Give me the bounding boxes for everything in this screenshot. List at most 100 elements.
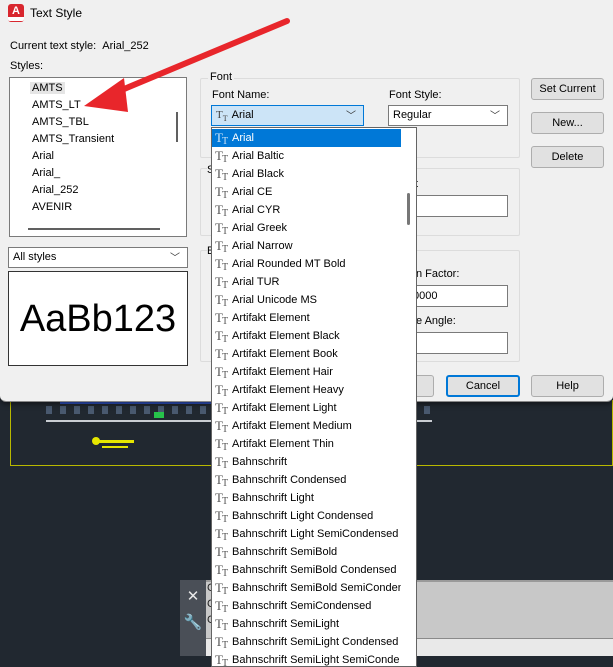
font-list-item[interactable]: T T Bahnschrift Light: [212, 489, 402, 507]
truetype-font-icon: TT: [215, 382, 229, 399]
style-item[interactable]: AMTS_TBL: [32, 116, 89, 128]
truetype-font-icon: TT: [215, 454, 229, 471]
tt-font-icon: TT: [216, 109, 228, 124]
font-name-label: Font Name:: [212, 89, 270, 101]
font-name-dropdown[interactable]: TT Arial ﹀: [211, 105, 364, 126]
font-list-item[interactable]: T T Arial Black: [212, 165, 402, 183]
truetype-font-icon: TT: [215, 634, 229, 651]
font-list-item-label: Arial Unicode MS: [232, 294, 317, 306]
truetype-font-icon: TT: [215, 166, 229, 183]
font-list-item[interactable]: T T Artifakt Element: [212, 309, 402, 327]
font-name-dropdown-list[interactable]: T T Arial T T Arial Baltic T T Arial Black T T Aria…: [211, 127, 417, 667]
font-list-item[interactable]: T T Bahnschrift SemiBold Condensed: [212, 561, 402, 579]
font-list-item[interactable]: T T Bahnschrift SemiBold SemiConden: [212, 579, 402, 597]
truetype-font-icon: TT: [215, 598, 229, 615]
font-list-item[interactable]: T T Artifakt Element Thin: [212, 435, 402, 453]
font-list-item[interactable]: T T Bahnschrift Light Condensed: [212, 507, 402, 525]
font-list-item[interactable]: T T Bahnschrift SemiBold: [212, 543, 402, 561]
font-list-item[interactable]: T T Artifakt Element Book: [212, 345, 402, 363]
font-list-item-label: Artifakt Element Hair: [232, 366, 333, 378]
font-list-item[interactable]: T T Bahnschrift SemiLight SemiConde: [212, 651, 402, 666]
font-style-dropdown[interactable]: Regular ﹀: [388, 105, 508, 126]
cad-dimension-line: [92, 437, 134, 448]
font-list-item[interactable]: T T Arial: [212, 129, 402, 147]
delete-button[interactable]: Delete: [531, 146, 604, 168]
font-list-item-label: Artifakt Element Heavy: [232, 384, 344, 396]
styles-filter-value: All styles: [13, 251, 57, 263]
font-list-item[interactable]: T T Bahnschrift SemiLight Condensed: [212, 633, 402, 651]
close-icon[interactable]: ✕: [180, 584, 206, 610]
font-list-item[interactable]: T T Bahnschrift SemiCondensed: [212, 597, 402, 615]
preview-text: AaBb123: [19, 298, 177, 340]
styles-list[interactable]: AMTS AMTS_LT AMTS_TBL AMTS_Transient Ari…: [9, 77, 187, 237]
set-current-button[interactable]: Set Current: [531, 78, 604, 100]
font-list-item-label: Artifakt Element Thin: [232, 438, 334, 450]
truetype-font-icon: TT: [215, 616, 229, 633]
style-item[interactable]: AMTS: [30, 82, 65, 94]
font-list-item-label: Bahnschrift SemiCondensed: [232, 600, 372, 612]
font-list-item[interactable]: T T Arial TUR: [212, 273, 402, 291]
font-list-item-label: Bahnschrift SemiLight: [232, 618, 339, 630]
font-list-item[interactable]: T T Arial CE: [212, 183, 402, 201]
style-item[interactable]: AMTS_Transient: [32, 133, 114, 145]
truetype-font-icon: TT: [215, 562, 229, 579]
truetype-font-icon: TT: [215, 544, 229, 561]
styles-vertical-scrollbar[interactable]: [176, 112, 178, 142]
styles-horizontal-scrollbar[interactable]: [28, 228, 160, 230]
style-item[interactable]: AVENIR: [32, 201, 72, 213]
font-list-item[interactable]: T T Arial Unicode MS: [212, 291, 402, 309]
font-list-item-label: Bahnschrift: [232, 456, 288, 468]
font-list-item-label: Arial Baltic: [232, 150, 284, 162]
current-style-caption: Current text style:: [10, 40, 97, 52]
font-list-item-label: Arial: [232, 132, 255, 144]
truetype-font-icon: TT: [215, 238, 229, 255]
font-list-item-label: Bahnschrift Light SemiCondensed: [232, 528, 399, 540]
style-item[interactable]: Arial_252: [32, 184, 78, 196]
styles-filter-dropdown[interactable]: All styles ﹀: [8, 247, 188, 268]
width-factor-field[interactable]: 0000: [410, 285, 508, 307]
style-item[interactable]: AMTS_LT: [32, 99, 81, 111]
font-list-item[interactable]: T T Arial Baltic: [212, 147, 402, 165]
font-list-item[interactable]: T T Bahnschrift Condensed: [212, 471, 402, 489]
font-list-item[interactable]: T T Arial CYR: [212, 201, 402, 219]
font-list-item[interactable]: T T Bahnschrift SemiLight: [212, 615, 402, 633]
truetype-font-icon: TT: [215, 472, 229, 489]
style-item[interactable]: Arial_: [32, 167, 60, 179]
current-style-label: Current text style: Arial_252: [10, 40, 149, 52]
cancel-button[interactable]: Cancel: [446, 375, 520, 397]
font-list-item-label: Arial CYR: [232, 204, 281, 216]
style-item[interactable]: Arial: [32, 150, 54, 162]
font-style-label: Font Style:: [389, 89, 442, 101]
font-list-item[interactable]: T T Artifakt Element Hair: [212, 363, 402, 381]
wrench-icon[interactable]: 🔧: [180, 610, 206, 636]
font-list-item-label: Artifakt Element Black: [232, 330, 340, 342]
oblique-angle-field[interactable]: [410, 332, 508, 354]
truetype-font-icon: TT: [215, 148, 229, 165]
font-list-item[interactable]: T T Arial Narrow: [212, 237, 402, 255]
autocad-app-icon: A: [8, 4, 24, 22]
font-list-item[interactable]: T T Artifakt Element Medium: [212, 417, 402, 435]
truetype-font-icon: TT: [215, 364, 229, 381]
new-button[interactable]: New...: [531, 112, 604, 134]
height-field[interactable]: [410, 195, 508, 217]
chevron-down-icon: ﹀: [346, 111, 356, 122]
font-list-item[interactable]: T T Artifakt Element Heavy: [212, 381, 402, 399]
font-list-item[interactable]: T T Arial Rounded MT Bold: [212, 255, 402, 273]
truetype-font-icon: TT: [215, 490, 229, 507]
font-list-item[interactable]: T T Arial Greek: [212, 219, 402, 237]
truetype-font-icon: TT: [215, 130, 229, 147]
help-button[interactable]: Help: [531, 375, 604, 397]
font-list-item-label: Bahnschrift SemiBold: [232, 546, 338, 558]
cad-green-marker: [154, 412, 164, 418]
font-list-scrollbar[interactable]: [401, 128, 416, 666]
font-list-item[interactable]: T T Bahnschrift Light SemiCondensed: [212, 525, 402, 543]
font-list-scroll-thumb[interactable]: [407, 193, 410, 225]
font-list-item[interactable]: T T Bahnschrift: [212, 453, 402, 471]
dialog-titlebar[interactable]: A Text Style: [0, 0, 613, 30]
truetype-font-icon: TT: [215, 328, 229, 345]
font-list-item-label: Arial Black: [232, 168, 284, 180]
truetype-font-icon: TT: [215, 418, 229, 435]
font-list-item[interactable]: T T Artifakt Element Black: [212, 327, 402, 345]
font-list-item[interactable]: T T Artifakt Element Light: [212, 399, 402, 417]
chevron-down-icon: ﹀: [170, 253, 180, 264]
